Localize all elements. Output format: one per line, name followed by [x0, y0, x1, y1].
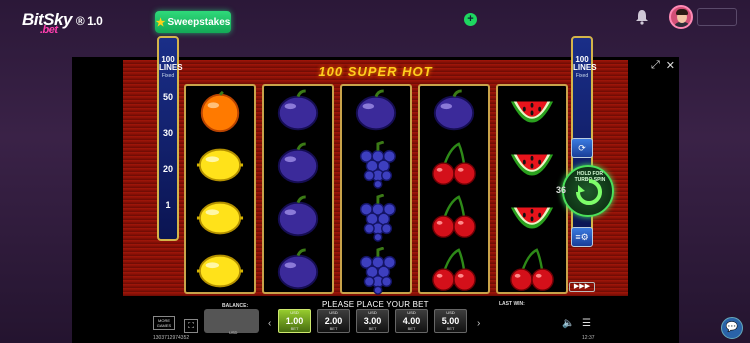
cherry-icon — [420, 192, 488, 244]
avatar[interactable] — [669, 5, 693, 29]
plum-icon — [264, 245, 332, 297]
grapes-icon — [342, 139, 410, 191]
plum-icon — [420, 86, 488, 138]
watermelon-icon — [498, 86, 566, 138]
star-icon: ★ — [155, 16, 166, 29]
cherry-icon — [420, 139, 488, 191]
paylines-left: 100 LINES Fixed 50 30 20 1 — [157, 36, 183, 241]
bell-icon[interactable] — [635, 9, 649, 25]
orange-icon — [186, 86, 254, 138]
menu-icon[interactable]: ☰ — [582, 318, 591, 329]
bet-value: 4.00 — [402, 316, 421, 326]
bet-prev-icon[interactable]: ‹ — [268, 318, 271, 329]
add-funds-button[interactable]: + — [464, 13, 477, 26]
turbo-number: 36 — [556, 185, 567, 195]
turbo-spin-button[interactable]: HOLD FOR TURBO SPIN 36 — [556, 165, 614, 217]
chat-icon[interactable]: 💬 — [721, 317, 743, 339]
last-win-label: LAST WIN: — [499, 301, 525, 307]
bottom-controls: PLEASE PLACE YOUR BET BALANCE: USD LAST … — [72, 296, 679, 343]
settings-button[interactable]: ≡⚙ — [571, 227, 593, 247]
reel-1 — [184, 84, 256, 294]
lemon-icon — [186, 192, 254, 244]
balance-currency: USD — [229, 330, 238, 335]
bet-value: 1.00 — [285, 316, 304, 326]
session-id: 1303712974352 — [153, 335, 190, 341]
fullscreen-icon[interactable]: ⛶ — [184, 319, 198, 333]
expand-icon[interactable]: ⤢ — [651, 59, 660, 72]
logo-version: ® 1.0 — [75, 14, 103, 28]
cherry-icon — [498, 245, 566, 297]
lemon-icon — [186, 245, 254, 297]
reel-3 — [340, 84, 412, 297]
payline-number: 50 — [162, 92, 173, 102]
clock: 12:37 — [582, 335, 595, 341]
grapes-icon — [342, 245, 410, 297]
close-icon[interactable]: ✕ — [666, 59, 675, 72]
bet-button[interactable]: USD 5.00 BET — [434, 309, 467, 333]
bet-button[interactable]: USD 2.00 BET — [317, 309, 350, 333]
bet-sub: BET — [446, 326, 455, 331]
bet-sub: BET — [407, 326, 416, 331]
bet-message: PLEASE PLACE YOUR BET — [322, 300, 429, 309]
bet-value: 2.00 — [324, 316, 343, 326]
game-title: 100 SUPER HOT — [318, 64, 433, 79]
bet-button[interactable]: USD 3.00 BET — [356, 309, 389, 333]
payline-number: 30 — [162, 128, 173, 138]
logo-sub: .bet — [40, 24, 58, 36]
plum-icon — [342, 86, 410, 138]
reel-4 — [418, 84, 490, 294]
sweepstakes-button[interactable]: ★ Sweepstakes — [155, 11, 231, 33]
plum-icon — [264, 86, 332, 138]
speed-button[interactable]: ▶▶▶ — [569, 282, 595, 292]
lemon-icon — [186, 139, 254, 191]
watermelon-icon — [498, 139, 566, 191]
payline-number: 20 — [162, 164, 173, 174]
payline-number: 1 — [165, 200, 171, 210]
watermelon-icon — [498, 192, 566, 244]
autoplay-button[interactable]: ⟳ — [571, 138, 593, 158]
bet-button[interactable]: USD 1.00 BET — [278, 309, 311, 333]
bet-next-icon[interactable]: › — [477, 318, 480, 329]
bet-button[interactable]: USD 4.00 BET — [395, 309, 428, 333]
account-menu[interactable] — [697, 8, 737, 26]
spin-icon — [576, 179, 602, 205]
top-bar: BitSky ® 1.0 .bet ★ Sweepstakes + — [0, 0, 750, 42]
site-logo[interactable]: BitSky ® 1.0 .bet — [22, 10, 103, 36]
cherry-icon — [420, 245, 488, 297]
more-games-button[interactable]: MORE GAMES — [153, 316, 175, 330]
reel-2 — [262, 84, 334, 294]
bet-sub: BET — [290, 326, 299, 331]
bet-value: 3.00 — [363, 316, 382, 326]
plum-icon — [264, 192, 332, 244]
bet-value: 5.00 — [441, 316, 460, 326]
plum-icon — [264, 139, 332, 191]
sound-icon[interactable]: 🔈 — [562, 318, 574, 329]
grapes-icon — [342, 192, 410, 244]
bet-sub: BET — [329, 326, 338, 331]
bet-sub: BET — [368, 326, 377, 331]
